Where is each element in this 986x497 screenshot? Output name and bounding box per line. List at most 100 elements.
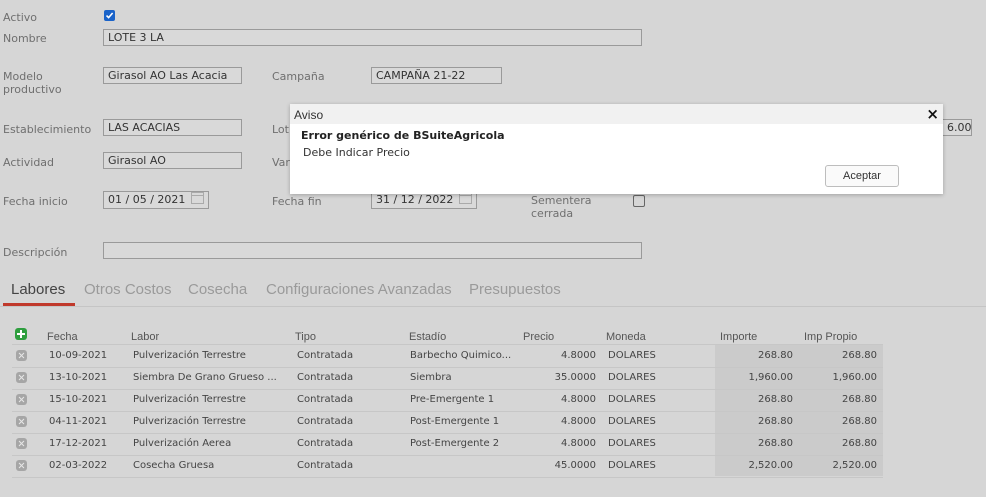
modelo-label-line2: productivo	[3, 83, 62, 96]
tab-cosecha[interactable]: Cosecha	[188, 281, 247, 298]
nombre-input[interactable]: LOTE 3 LA	[103, 29, 642, 46]
table-row[interactable]: 13-10-2021 Siembra De Grano Grueso ... Con…	[12, 367, 883, 390]
table-row[interactable]: 02-03-2022 Cosecha Gruesa Contratada 45.000…	[12, 455, 883, 478]
cell-precio: 35.0000	[554, 372, 596, 383]
delete-row-icon[interactable]	[16, 394, 27, 405]
delete-row-icon[interactable]	[16, 460, 27, 471]
cell-importe: 268.80	[758, 416, 793, 427]
cell-tipo: Contratada	[297, 394, 354, 405]
cell-fecha: 02-03-2022	[49, 460, 108, 471]
cell-imp-propio: 268.80	[842, 394, 877, 405]
dialog-message: Debe Indicar Precio	[303, 146, 410, 159]
hidden-numeric-input[interactable]: 6.00	[942, 119, 972, 136]
cell-labor: Pulverización Terrestre	[133, 350, 246, 361]
sementera-checkbox[interactable]	[633, 195, 645, 207]
check-icon	[105, 12, 114, 19]
actividad-label: Actividad	[3, 156, 55, 169]
delete-row-icon[interactable]	[16, 372, 27, 383]
cell-labor: Siembra De Grano Grueso ...	[133, 372, 277, 383]
modelo-label-line1: Modelo	[3, 70, 43, 83]
cell-labor: Pulverización Terrestre	[133, 416, 246, 427]
cell-importe: 268.80	[758, 350, 793, 361]
col-header-fecha[interactable]: Fecha	[47, 331, 78, 343]
delete-row-icon[interactable]	[16, 416, 27, 427]
tab-otros-costos[interactable]: Otros Costos	[84, 281, 172, 298]
cell-imp-propio: 268.80	[842, 350, 877, 361]
variedad-label: Var	[272, 156, 290, 169]
close-icon[interactable]: ×	[926, 105, 939, 123]
aceptar-button[interactable]: Aceptar	[825, 165, 899, 187]
tab-labores[interactable]: Labores	[11, 281, 65, 298]
cell-importe: 1,960.00	[748, 372, 793, 383]
establecimiento-label: Establecimiento	[3, 123, 92, 136]
cell-importe: 2,520.00	[748, 460, 793, 471]
add-row-icon[interactable]	[15, 328, 27, 340]
sementera-label-line2: cerrada	[531, 207, 574, 220]
cell-tipo: Contratada	[297, 460, 354, 471]
activo-label: Activo	[3, 11, 37, 24]
descripcion-input[interactable]	[103, 242, 642, 259]
fecha-fin-label: Fecha fin	[272, 195, 322, 208]
modelo-input[interactable]: Girasol AO Las Acacia	[103, 67, 242, 84]
cell-fecha: 04-11-2021	[49, 416, 108, 427]
cell-precio: 45.0000	[554, 460, 596, 471]
cell-labor: Pulverización Terrestre	[133, 394, 246, 405]
cell-moneda: DOLARES	[608, 350, 656, 361]
cell-estadio: Siembra	[410, 372, 452, 383]
cell-fecha: 15-10-2021	[49, 394, 108, 405]
table-row[interactable]: 15-10-2021 Pulverización Terrestre Contrat…	[12, 389, 883, 412]
tab-configuraciones-avanzadas[interactable]: Configuraciones Avanzadas	[266, 281, 452, 298]
cell-importe: 268.80	[758, 394, 793, 405]
sementera-label-line1: Sementera	[531, 194, 592, 207]
delete-row-icon[interactable]	[16, 350, 27, 361]
cell-precio: 4.8000	[561, 350, 596, 361]
cell-estadio: Post-Emergente 1	[410, 416, 500, 427]
actividad-input[interactable]: Girasol AO	[103, 152, 242, 169]
campana-input[interactable]: CAMPAÑA 21-22	[371, 67, 502, 84]
dialog-header: Aviso ×	[290, 104, 943, 124]
cell-fecha: 17-12-2021	[49, 438, 108, 449]
cell-estadio: Barbecho Quimico...	[410, 350, 512, 361]
fecha-inicio-label: Fecha inicio	[3, 195, 68, 208]
cell-estadio: Post-Emergente 2	[410, 438, 500, 449]
descripcion-label: Descripción	[3, 246, 68, 259]
delete-row-icon[interactable]	[16, 438, 27, 449]
cell-labor: Cosecha Gruesa	[133, 460, 215, 471]
col-header-labor[interactable]: Labor	[131, 331, 159, 343]
table-row[interactable]: 10-09-2021 Pulverización Terrestre Contrat…	[12, 345, 883, 368]
cell-moneda: DOLARES	[608, 438, 656, 449]
col-header-precio[interactable]: Precio	[523, 331, 554, 343]
cell-imp-propio: 1,960.00	[832, 372, 877, 383]
cell-importe: 268.80	[758, 438, 793, 449]
cell-precio: 4.8000	[561, 394, 596, 405]
cell-precio: 4.8000	[561, 438, 596, 449]
cell-estadio: Pre-Emergente 1	[410, 394, 495, 405]
dialog-title: Aviso	[294, 108, 324, 122]
calendar-icon[interactable]	[191, 192, 205, 204]
cell-moneda: DOLARES	[608, 372, 656, 383]
sementera-label: Sementera cerrada	[531, 194, 592, 220]
tab-divider	[0, 306, 986, 307]
cell-moneda: DOLARES	[608, 460, 656, 471]
col-header-moneda[interactable]: Moneda	[606, 331, 646, 343]
cell-labor: Pulverización Aerea	[133, 438, 232, 449]
lote-label: Lot	[272, 123, 289, 136]
fecha-inicio-input[interactable]: 01 / 05 / 2021	[103, 191, 209, 209]
cell-imp-propio: 2,520.00	[832, 460, 877, 471]
establecimiento-input[interactable]: LAS ACACIAS	[103, 119, 242, 136]
col-header-tipo[interactable]: Tipo	[295, 331, 316, 343]
cell-moneda: DOLARES	[608, 394, 656, 405]
cell-tipo: Contratada	[297, 438, 354, 449]
activo-checkbox[interactable]	[104, 10, 115, 21]
col-header-importe[interactable]: Importe	[720, 331, 757, 343]
tab-presupuestos[interactable]: Presupuestos	[469, 281, 561, 298]
cell-fecha: 13-10-2021	[49, 372, 108, 383]
cell-tipo: Contratada	[297, 416, 354, 427]
cell-tipo: Contratada	[297, 350, 354, 361]
col-header-imp-propio[interactable]: Imp Propio	[804, 331, 857, 343]
cell-precio: 4.8000	[561, 416, 596, 427]
table-row[interactable]: 04-11-2021 Pulverización Terrestre Contrat…	[12, 411, 883, 434]
fecha-fin-value: 31 / 12 / 2022	[376, 193, 454, 206]
table-row[interactable]: 17-12-2021 Pulverización Aerea Contratada P…	[12, 433, 883, 456]
col-header-estadio[interactable]: Estadío	[409, 331, 446, 343]
